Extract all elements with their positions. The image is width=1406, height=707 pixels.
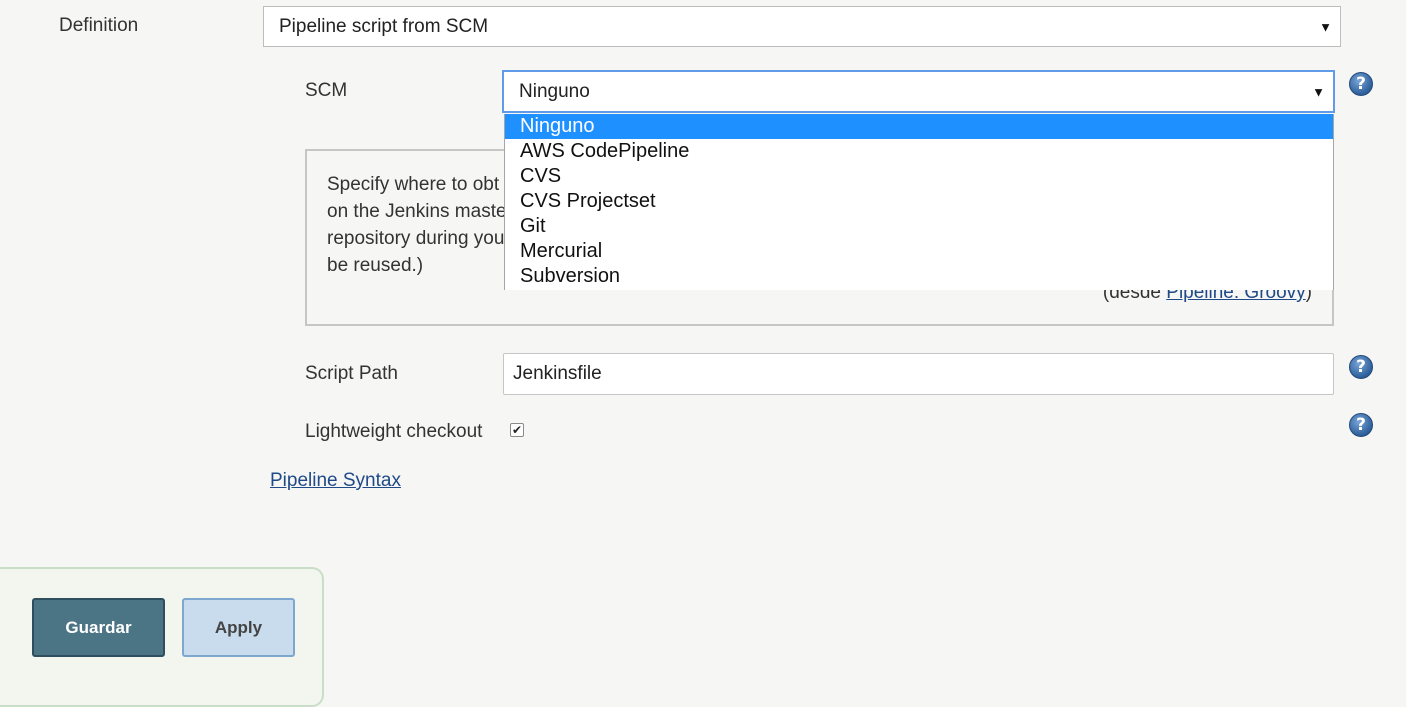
scm-option-cvs[interactable]: CVS bbox=[505, 164, 1333, 189]
lightweight-help-icon[interactable]: ? bbox=[1349, 413, 1373, 437]
script-path-help-icon[interactable]: ? bbox=[1349, 355, 1373, 379]
lightweight-checkout-label: Lightweight checkout bbox=[305, 421, 483, 442]
definition-label: Definition bbox=[59, 15, 139, 36]
triangle-down-icon: ▼ bbox=[1319, 19, 1332, 34]
scm-option-mercurial[interactable]: Mercurial bbox=[505, 239, 1333, 264]
scm-option-aws-codepipeline[interactable]: AWS CodePipeline bbox=[505, 139, 1333, 164]
checkmark-icon: ✔ bbox=[511, 423, 523, 437]
definition-select[interactable]: Pipeline script from SCM ▼ bbox=[263, 6, 1341, 47]
scm-option-subversion[interactable]: Subversion bbox=[505, 264, 1333, 289]
script-path-input[interactable]: Jenkinsfile bbox=[503, 353, 1334, 395]
scm-dropdown-list: Ninguno AWS CodePipeline CVS CVS Project… bbox=[504, 114, 1334, 290]
script-path-label: Script Path bbox=[305, 363, 398, 384]
scm-select[interactable]: Ninguno ▼ bbox=[502, 70, 1335, 113]
help-text: Specify where to obt on the Jenkins mast… bbox=[327, 171, 527, 279]
help-line: Specify where to obt bbox=[327, 174, 500, 195]
help-line: repository during you bbox=[327, 228, 505, 249]
script-path-value: Jenkinsfile bbox=[513, 363, 602, 384]
scm-option-git[interactable]: Git bbox=[505, 214, 1333, 239]
scm-option-ninguno[interactable]: Ninguno bbox=[505, 114, 1333, 139]
scm-selected-value: Ninguno bbox=[519, 80, 590, 102]
lightweight-checkout-checkbox[interactable]: ✔ bbox=[510, 423, 524, 437]
scm-label: SCM bbox=[305, 80, 348, 101]
help-line: be reused.) bbox=[327, 255, 424, 276]
pipeline-syntax-link[interactable]: Pipeline Syntax bbox=[270, 470, 401, 492]
save-button[interactable]: Guardar bbox=[32, 598, 165, 657]
scm-help-icon[interactable]: ? bbox=[1349, 72, 1373, 96]
definition-selected-value: Pipeline script from SCM bbox=[279, 15, 489, 37]
help-line: on the Jenkins maste bbox=[327, 201, 507, 222]
triangle-down-icon: ▼ bbox=[1312, 84, 1325, 99]
scm-option-cvs-projectset[interactable]: CVS Projectset bbox=[505, 189, 1333, 214]
apply-button[interactable]: Apply bbox=[182, 598, 295, 657]
